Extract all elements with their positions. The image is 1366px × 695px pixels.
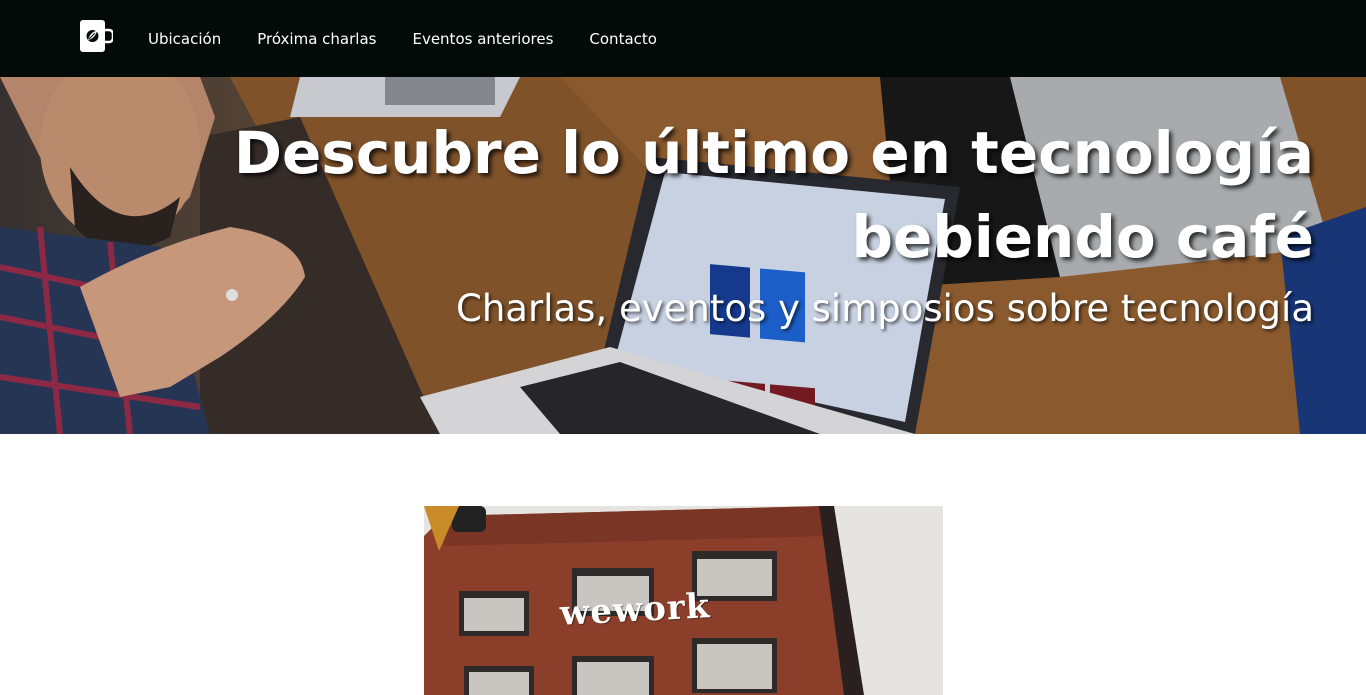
nav-link-contacto[interactable]: Contacto	[589, 30, 657, 48]
hero-title: Descubre lo último en tecnología bebiend…	[214, 111, 1314, 279]
navbar: Ubicación Próxima charlas Eventos anteri…	[0, 0, 1366, 77]
hero-title-line2: bebiendo café	[851, 203, 1314, 272]
nav-link-ubicacion[interactable]: Ubicación	[148, 30, 221, 48]
hero-subtitle: Charlas, eventos y simposios sobre tecno…	[456, 287, 1314, 330]
coffee-cup-logo-icon[interactable]	[80, 20, 115, 53]
nav-link-proxima-charlas[interactable]: Próxima charlas	[257, 30, 376, 48]
main-nav: Ubicación Próxima charlas Eventos anteri…	[148, 0, 693, 77]
hero-title-line1: Descubre lo último en tecnología	[233, 119, 1314, 187]
building-sign-text: wework	[559, 586, 712, 634]
hero-banner: Descubre lo último en tecnología bebiend…	[0, 77, 1366, 434]
nav-link-eventos-anteriores[interactable]: Eventos anteriores	[412, 30, 553, 48]
